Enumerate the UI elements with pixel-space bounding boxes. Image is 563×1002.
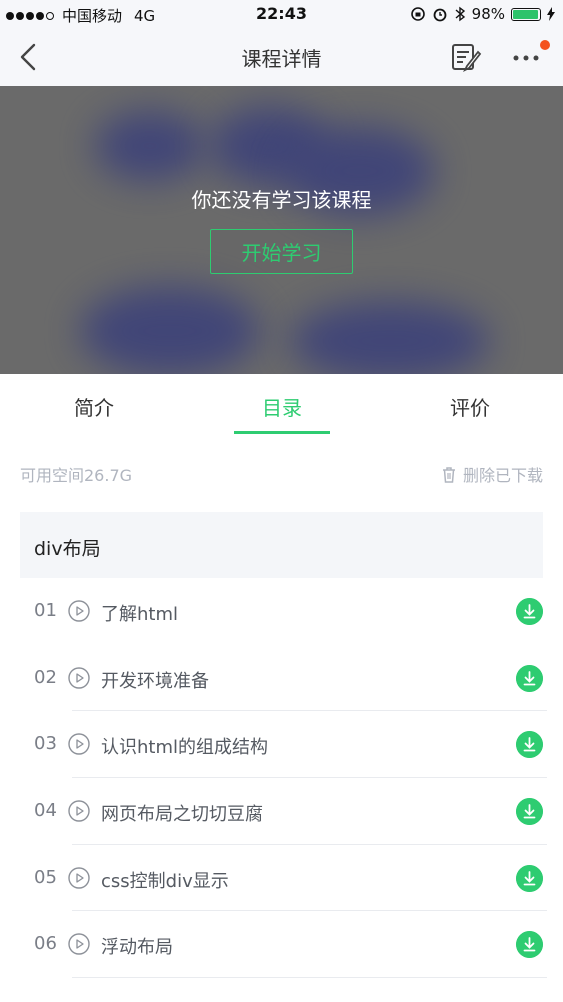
course-tabs: 简介 目录 评价 — [0, 374, 563, 436]
lesson-title: 认识html的组成结构 — [101, 737, 269, 759]
lesson-title: 了解html — [101, 604, 179, 625]
trash-icon — [442, 466, 455, 483]
not-started-message: 你还没有学习该课程 — [191, 188, 372, 212]
start-learning-button[interactable]: 开始学习 — [210, 229, 353, 274]
status-bar: 中国移动 4G 22:43 98% — [0, 0, 563, 28]
lesson-item[interactable]: 04 网页布局之切切豆腐 — [0, 778, 563, 845]
notification-badge — [540, 40, 550, 50]
alarm-icon — [433, 8, 447, 22]
lesson-number: 03 — [34, 733, 57, 755]
battery-percent: 98% — [471, 5, 505, 23]
lesson-number: 02 — [34, 666, 57, 688]
download-icon[interactable] — [516, 731, 543, 759]
lesson-title: 浮动布局 — [101, 937, 173, 959]
active-tab-indicator — [234, 431, 330, 434]
delete-downloaded-button[interactable]: 删除已下载 — [441, 462, 543, 486]
available-space: 可用空间26.7G — [20, 466, 133, 485]
tab-catalog[interactable]: 目录 — [222, 392, 342, 421]
delete-downloaded-label: 删除已下载 — [462, 466, 543, 485]
lesson-number: 01 — [34, 600, 57, 621]
download-icon[interactable] — [516, 664, 543, 692]
lesson-title: 开发环境准备 — [101, 670, 209, 692]
download-icon[interactable] — [516, 931, 543, 959]
lesson-number: 05 — [34, 866, 57, 888]
status-right: 98% — [410, 5, 555, 23]
nav-bar: 课程详情 — [0, 28, 563, 86]
note-edit-icon[interactable] — [450, 42, 482, 74]
charging-icon — [547, 7, 555, 21]
lesson-item[interactable]: 01 了解html — [0, 578, 563, 645]
tab-intro[interactable]: 简介 — [34, 392, 154, 421]
play-icon — [68, 867, 90, 889]
lesson-number: 04 — [34, 800, 57, 822]
bluetooth-icon — [455, 6, 465, 22]
play-icon — [68, 733, 90, 756]
divider — [72, 977, 547, 979]
play-icon — [68, 666, 90, 689]
tab-reviews[interactable]: 评价 — [410, 392, 530, 421]
lesson-list: 01 了解html 02 开发环境准备 03 认识html的组成结构 04 网页… — [0, 578, 563, 979]
play-icon — [68, 933, 90, 956]
lesson-number: 06 — [34, 933, 57, 955]
lesson-title: css控制div显示 — [101, 870, 229, 892]
lesson-item[interactable]: 06 浮动布局 — [0, 911, 563, 979]
download-icon[interactable] — [516, 864, 543, 892]
chapter-header: div布局 — [20, 512, 543, 578]
play-icon — [68, 600, 90, 622]
rotation-lock-icon — [410, 7, 425, 21]
lesson-item[interactable]: 03 认识html的组成结构 — [0, 711, 563, 779]
play-icon — [68, 800, 90, 822]
download-icon[interactable] — [516, 798, 543, 826]
chapter-title: div布局 — [34, 538, 101, 560]
download-icon[interactable] — [516, 598, 543, 625]
lesson-title: 网页布局之切切豆腐 — [101, 804, 263, 826]
lesson-item[interactable]: 02 开发环境准备 — [0, 645, 563, 712]
lesson-item[interactable]: 05 css控制div显示 — [0, 845, 563, 912]
course-cover: 你还没有学习该课程 开始学习 — [0, 86, 563, 374]
battery-icon — [511, 7, 541, 21]
